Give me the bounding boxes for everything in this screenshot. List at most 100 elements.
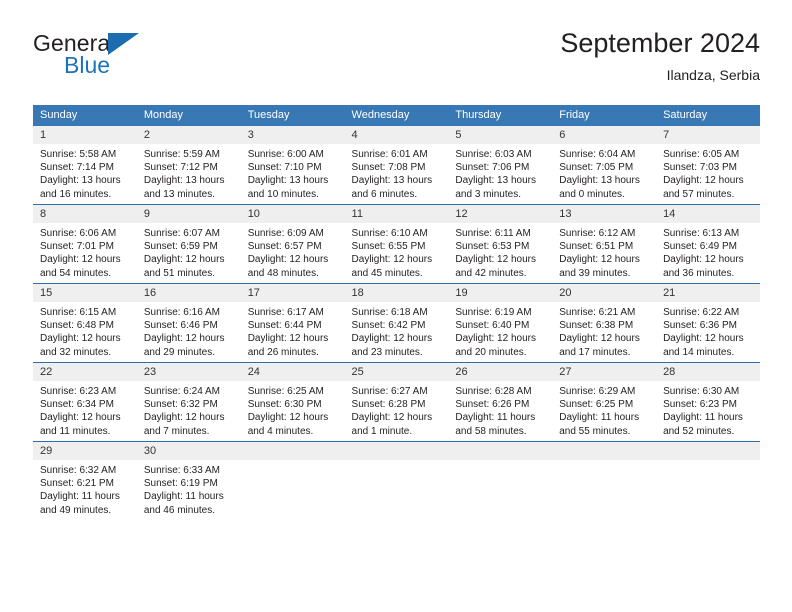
day-sun-info	[552, 460, 656, 464]
sunset-time: Sunset: 6:23 PM	[663, 399, 737, 411]
daylight-duration-line2: and 55 minutes.	[559, 425, 631, 437]
calendar-week-row: 15 Sunrise: 6:15 AM Sunset: 6:48 PM Dayligh…	[33, 283, 760, 363]
daylight-duration-line1: Daylight: 11 hours	[663, 412, 743, 424]
calendar-day-cell[interactable]: 6 Sunrise: 6:04 AM Sunset: 7:05 PM Daylight…	[552, 126, 657, 205]
calendar-day-cell[interactable]: 30 Sunrise: 6:33 AM Sunset: 6:19 PM Dayligh…	[136, 441, 241, 520]
daylight-duration-line2: and 3 minutes.	[455, 188, 521, 200]
sunset-time: Sunset: 7:12 PM	[143, 162, 218, 174]
day-number: 24	[240, 363, 345, 381]
day-cell-content: 20 Sunrise: 6:21 AM Sunset: 6:38 PM Dayligh…	[552, 284, 657, 362]
calendar-day-cell[interactable]: 27 Sunrise: 6:29 AM Sunset: 6:25 PM Dayligh…	[552, 362, 657, 442]
calendar-day-cell[interactable]: 10 Sunrise: 6:09 AM Sunset: 6:57 PM Dayligh…	[240, 204, 345, 284]
day-number: 30	[136, 442, 241, 460]
sunrise-time: Sunrise: 6:18 AM	[351, 307, 428, 318]
daylight-duration-line1: Daylight: 13 hours	[40, 175, 121, 187]
sunrise-time: Sunrise: 6:21 AM	[559, 307, 636, 318]
daylight-duration-line2: and 29 minutes.	[143, 346, 216, 358]
day-cell-content	[240, 442, 345, 520]
calendar-day-cell[interactable]: 18 Sunrise: 6:18 AM Sunset: 6:42 PM Dayligh…	[344, 283, 449, 363]
general-blue-logo[interactable]: General Blue	[33, 30, 253, 86]
calendar-day-cell[interactable]: 8 Sunrise: 6:06 AM Sunset: 7:01 PM Daylight…	[33, 204, 137, 284]
sunset-time: Sunset: 6:26 PM	[455, 399, 530, 411]
day-number: 14	[656, 205, 760, 223]
sunrise-time: Sunrise: 6:07 AM	[143, 228, 220, 239]
calendar-day-cell[interactable]: 4 Sunrise: 6:01 AM Sunset: 7:08 PM Daylight…	[344, 126, 449, 205]
calendar-day-cell[interactable]: 15 Sunrise: 6:15 AM Sunset: 6:48 PM Dayligh…	[33, 283, 137, 363]
day-sun-info: Sunrise: 6:18 AM Sunset: 6:42 PM Daylight:…	[345, 302, 449, 359]
day-number: 11	[344, 205, 449, 223]
day-sun-info: Sunrise: 6:17 AM Sunset: 6:44 PM Daylight:…	[241, 302, 345, 359]
day-sun-info: Sunrise: 6:07 AM Sunset: 6:59 PM Daylight:…	[137, 223, 241, 280]
day-number: 12	[448, 205, 553, 223]
daylight-duration-line2: and 6 minutes.	[351, 188, 418, 200]
day-number: 7	[656, 126, 760, 144]
calendar-day-cell[interactable]: 3 Sunrise: 6:00 AM Sunset: 7:10 PM Daylight…	[240, 126, 345, 205]
sunset-time: Sunset: 7:01 PM	[40, 241, 114, 253]
day-number: 15	[33, 284, 137, 302]
sunrise-time: Sunrise: 6:25 AM	[247, 386, 324, 397]
day-number: 27	[552, 363, 657, 381]
sunrise-time: Sunrise: 6:11 AM	[455, 228, 531, 239]
calendar-day-cell[interactable]: 29 Sunrise: 6:32 AM Sunset: 6:21 PM Dayligh…	[33, 441, 137, 520]
day-cell-content: 8 Sunrise: 6:06 AM Sunset: 7:01 PM Daylight…	[33, 205, 137, 283]
weekday-header-row: Sunday Monday Tuesday Wednesday Thursday…	[33, 105, 760, 126]
daylight-duration-line1: Daylight: 12 hours	[247, 412, 329, 424]
daylight-duration-line1: Daylight: 13 hours	[455, 175, 536, 187]
weekday-header-thursday: Thursday	[448, 105, 553, 126]
day-cell-content: 13 Sunrise: 6:12 AM Sunset: 6:51 PM Dayligh…	[552, 205, 657, 283]
day-number: 23	[136, 363, 241, 381]
sunrise-time: Sunrise: 6:04 AM	[559, 149, 636, 160]
calendar-day-cell[interactable]: 16 Sunrise: 6:16 AM Sunset: 6:46 PM Dayligh…	[136, 283, 241, 363]
day-sun-info: Sunrise: 6:11 AM Sunset: 6:53 PM Daylight:…	[448, 223, 552, 280]
calendar-empty-cell	[552, 441, 657, 520]
daylight-duration-line1: Daylight: 12 hours	[559, 254, 640, 266]
calendar-day-cell[interactable]: 9 Sunrise: 6:07 AM Sunset: 6:59 PM Daylight…	[136, 204, 241, 284]
day-number: 13	[552, 205, 657, 223]
sunset-time: Sunset: 6:30 PM	[247, 399, 322, 411]
sunset-time: Sunset: 7:14 PM	[40, 162, 114, 174]
calendar-day-cell[interactable]: 23 Sunrise: 6:24 AM Sunset: 6:32 PM Dayligh…	[136, 362, 241, 442]
calendar-day-cell[interactable]: 13 Sunrise: 6:12 AM Sunset: 6:51 PM Dayligh…	[552, 204, 657, 284]
calendar-day-cell[interactable]: 2 Sunrise: 5:59 AM Sunset: 7:12 PM Daylight…	[136, 126, 241, 205]
sunrise-time: Sunrise: 6:10 AM	[351, 228, 428, 239]
day-number	[656, 442, 760, 460]
calendar-day-cell[interactable]: 28 Sunrise: 6:30 AM Sunset: 6:23 PM Dayligh…	[656, 362, 760, 442]
daylight-duration-line2: and 48 minutes.	[247, 267, 319, 279]
calendar-day-cell[interactable]: 5 Sunrise: 6:03 AM Sunset: 7:06 PM Daylight…	[448, 126, 553, 205]
calendar-day-cell[interactable]: 7 Sunrise: 6:05 AM Sunset: 7:03 PM Daylight…	[656, 126, 760, 205]
day-sun-info: Sunrise: 6:06 AM Sunset: 7:01 PM Daylight:…	[33, 223, 137, 280]
day-cell-content: 6 Sunrise: 6:04 AM Sunset: 7:05 PM Daylight…	[552, 126, 657, 204]
sunrise-time: Sunrise: 6:32 AM	[40, 465, 117, 476]
page-title: September 2024	[560, 28, 760, 58]
sunset-time: Sunset: 6:49 PM	[663, 241, 737, 253]
day-cell-content: 19 Sunrise: 6:19 AM Sunset: 6:40 PM Dayligh…	[448, 284, 553, 362]
calendar-day-cell[interactable]: 12 Sunrise: 6:11 AM Sunset: 6:53 PM Dayligh…	[448, 204, 553, 284]
calendar-day-cell[interactable]: 25 Sunrise: 6:27 AM Sunset: 6:28 PM Dayligh…	[344, 362, 449, 442]
calendar-empty-cell	[344, 441, 449, 520]
calendar-day-cell[interactable]: 26 Sunrise: 6:28 AM Sunset: 6:26 PM Dayligh…	[448, 362, 553, 442]
day-number: 4	[344, 126, 449, 144]
day-cell-content: 28 Sunrise: 6:30 AM Sunset: 6:23 PM Dayligh…	[656, 363, 760, 441]
calendar-day-cell[interactable]: 21 Sunrise: 6:22 AM Sunset: 6:36 PM Dayligh…	[656, 283, 760, 363]
sunrise-time: Sunrise: 6:23 AM	[40, 386, 117, 397]
calendar-day-cell[interactable]: 24 Sunrise: 6:25 AM Sunset: 6:30 PM Dayligh…	[240, 362, 345, 442]
day-cell-content: 24 Sunrise: 6:25 AM Sunset: 6:30 PM Dayligh…	[240, 363, 345, 441]
calendar-day-cell[interactable]: 20 Sunrise: 6:21 AM Sunset: 6:38 PM Dayligh…	[552, 283, 657, 363]
day-cell-content: 27 Sunrise: 6:29 AM Sunset: 6:25 PM Dayligh…	[552, 363, 657, 441]
calendar-day-cell[interactable]: 1 Sunrise: 5:58 AM Sunset: 7:14 PM Daylight…	[33, 126, 137, 205]
day-sun-info: Sunrise: 6:28 AM Sunset: 6:26 PM Daylight:…	[448, 381, 552, 438]
calendar-day-cell[interactable]: 11 Sunrise: 6:10 AM Sunset: 6:55 PM Dayligh…	[344, 204, 449, 284]
calendar-day-cell[interactable]: 22 Sunrise: 6:23 AM Sunset: 6:34 PM Dayligh…	[33, 362, 137, 442]
daylight-duration-line1: Daylight: 12 hours	[663, 333, 744, 345]
sunset-time: Sunset: 6:53 PM	[455, 241, 530, 253]
daylight-duration-line1: Daylight: 12 hours	[351, 412, 433, 424]
calendar-day-cell[interactable]: 17 Sunrise: 6:17 AM Sunset: 6:44 PM Dayligh…	[240, 283, 345, 363]
daylight-duration-line2: and 54 minutes.	[40, 267, 112, 279]
daylight-duration-line2: and 32 minutes.	[40, 346, 112, 358]
calendar-day-cell[interactable]: 19 Sunrise: 6:19 AM Sunset: 6:40 PM Dayligh…	[448, 283, 553, 363]
calendar-day-cell[interactable]: 14 Sunrise: 6:13 AM Sunset: 6:49 PM Dayligh…	[656, 204, 760, 284]
page-header: General Blue September 2024 Ilandza, Ser…	[33, 26, 760, 94]
sunset-time: Sunset: 7:05 PM	[559, 162, 634, 174]
daylight-duration-line1: Daylight: 12 hours	[351, 254, 433, 266]
day-number: 10	[240, 205, 345, 223]
